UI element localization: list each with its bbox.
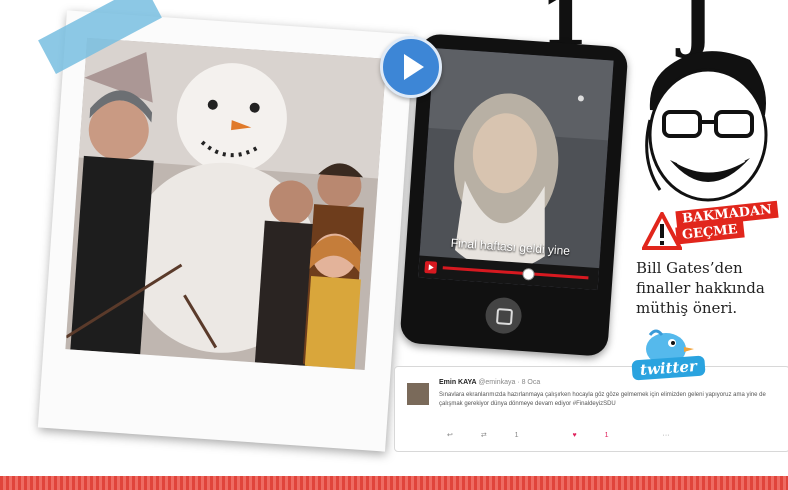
retweet-button[interactable]: ⇄ 1 bbox=[481, 432, 545, 439]
tweet-author-name[interactable]: Emin KAYA bbox=[439, 379, 476, 386]
play-button-icon[interactable] bbox=[424, 260, 438, 274]
polaroid-photo-frame bbox=[37, 10, 415, 452]
like-count: 1 bbox=[604, 432, 609, 439]
phone-home-button[interactable] bbox=[484, 296, 523, 335]
video-progress-bar[interactable] bbox=[442, 266, 589, 281]
heart-icon: ♥ bbox=[572, 432, 577, 439]
retweet-count: 1 bbox=[514, 432, 519, 439]
tweet-card[interactable]: Emin KAYA @eminkaya · 8 Oca Sınavlara ek… bbox=[394, 366, 788, 452]
play-circle-icon[interactable] bbox=[380, 36, 442, 98]
like-button[interactable]: ♥ 1 bbox=[573, 432, 635, 439]
tweet-handle[interactable]: @eminkaya · 8 Oca bbox=[478, 379, 540, 386]
more-icon[interactable]: ··· bbox=[662, 432, 669, 439]
avatar[interactable] bbox=[407, 383, 429, 405]
retweet-icon: ⇄ bbox=[480, 432, 487, 439]
tweet-author[interactable]: Emin KAYA @eminkaya · 8 Oca bbox=[439, 379, 540, 386]
tweet-text: Sınavlara ekranlarımızda hazırlanmaya ça… bbox=[439, 392, 766, 407]
bill-gates-illustration bbox=[645, 51, 768, 202]
gates-blurb-text: Bill Gates’den finaller hakkında müthiş … bbox=[636, 259, 765, 317]
bottom-red-strip bbox=[0, 476, 788, 490]
tweet-actions: ↩ ⇄ 1 ♥ 1 ··· bbox=[447, 431, 695, 439]
video-player[interactable]: Final haftası geldi yine bbox=[418, 48, 614, 291]
reply-icon[interactable]: ↩ bbox=[447, 432, 453, 439]
snowman-group-photo bbox=[65, 37, 387, 371]
snowman-photo-illustration bbox=[65, 37, 387, 371]
progress-knob[interactable] bbox=[522, 267, 536, 281]
